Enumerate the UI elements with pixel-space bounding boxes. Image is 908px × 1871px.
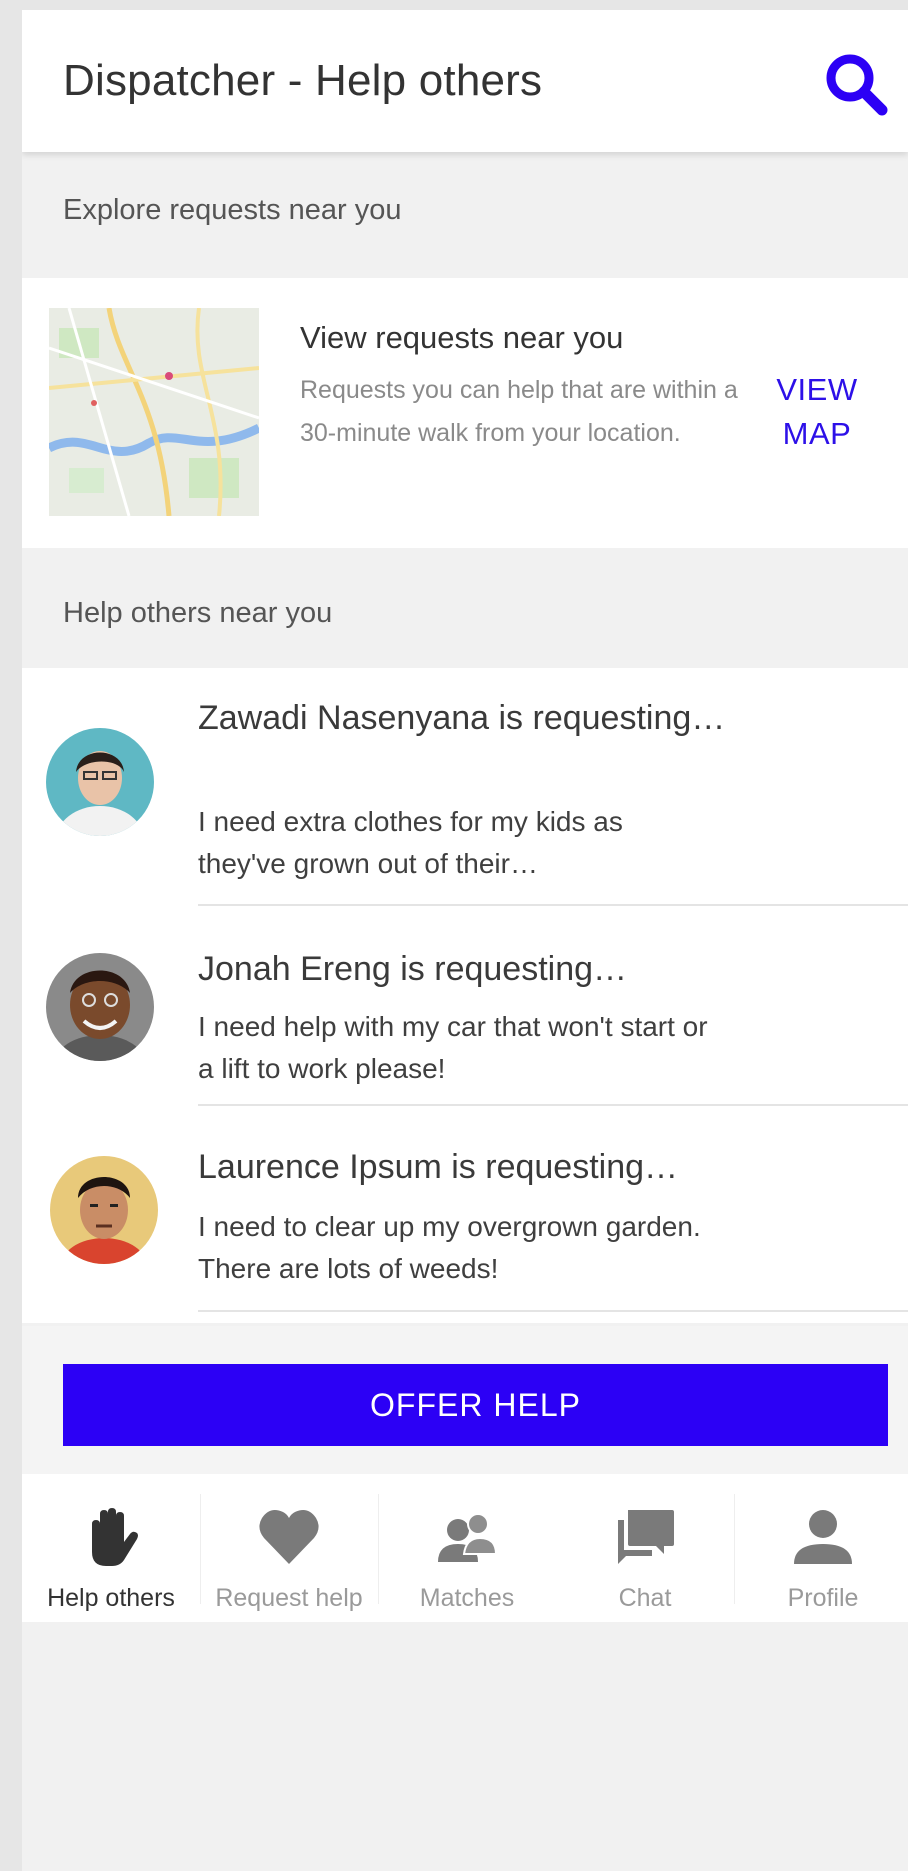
view-map-label-line1: VIEW	[776, 372, 858, 407]
heart-icon	[256, 1504, 322, 1570]
explore-section-header: Explore requests near you	[22, 152, 908, 265]
list-item[interactable]: Laurence Ipsum is requesting… I need to …	[22, 1108, 908, 1312]
app-bar: Dispatcher - Help others	[22, 10, 908, 152]
view-map-button[interactable]: VIEW MAP	[762, 368, 872, 456]
avatar	[46, 728, 154, 836]
request-message: I need extra clothes for my kids as they…	[198, 806, 623, 879]
nav-item-chat[interactable]: Chat	[556, 1474, 734, 1622]
view-map-label-line2: MAP	[782, 416, 852, 451]
map-card-title: View requests near you	[300, 320, 624, 355]
nearby-section-header: Help others near you	[22, 555, 908, 668]
nav-item-profile[interactable]: Profile	[734, 1474, 908, 1622]
explore-header-text: Explore requests near you	[63, 194, 402, 226]
requester-name: Jonah Ereng is requesting…	[198, 950, 628, 988]
row-divider	[198, 904, 908, 906]
map-thumbnail[interactable]	[49, 308, 259, 516]
nav-item-help-others[interactable]: Help others	[22, 1474, 200, 1622]
request-message: I need to clear up my overgrown garden. …	[198, 1211, 701, 1284]
nav-label: Chat	[618, 1584, 672, 1612]
nav-label: Request help	[215, 1584, 363, 1612]
bottom-navigation: Help others Request help Matches Chat Pr…	[22, 1474, 908, 1622]
nav-item-request-help[interactable]: Request help	[200, 1474, 378, 1622]
row-divider	[198, 1104, 908, 1106]
chat-icon	[612, 1504, 678, 1570]
view-map-card[interactable]: View requests near you Requests you can …	[22, 278, 908, 548]
nav-label: Matches	[419, 1584, 515, 1612]
nearby-header-text: Help others near you	[63, 597, 333, 629]
avatar	[50, 1156, 158, 1264]
offer-help-button[interactable]: OFFER HELP	[63, 1364, 888, 1446]
hand-icon	[78, 1504, 144, 1570]
app-screen: Dispatcher - Help others Explore request…	[22, 10, 908, 1871]
list-item[interactable]: Zawadi Nasenyana is requesting… I need e…	[22, 668, 908, 906]
request-list: Zawadi Nasenyana is requesting… I need e…	[22, 668, 908, 1323]
row-divider	[198, 1310, 908, 1312]
page-title: Dispatcher - Help others	[63, 56, 543, 105]
nav-label: Help others	[47, 1584, 175, 1612]
request-message: I need help with my car that won't start…	[198, 1011, 708, 1084]
nav-item-matches[interactable]: Matches	[378, 1474, 556, 1622]
map-card-description: Requests you can help that are within a …	[300, 376, 738, 447]
nav-label: Profile	[787, 1584, 859, 1612]
person-icon	[790, 1504, 856, 1570]
avatar	[46, 953, 154, 1061]
list-item[interactable]: Jonah Ereng is requesting… I need help w…	[22, 908, 908, 1106]
search-icon[interactable]	[822, 50, 892, 120]
requester-name: Laurence Ipsum is requesting…	[198, 1148, 679, 1186]
people-icon	[434, 1504, 500, 1570]
requester-name: Zawadi Nasenyana is requesting…	[198, 699, 726, 737]
offer-help-area: OFFER HELP	[22, 1326, 908, 1474]
